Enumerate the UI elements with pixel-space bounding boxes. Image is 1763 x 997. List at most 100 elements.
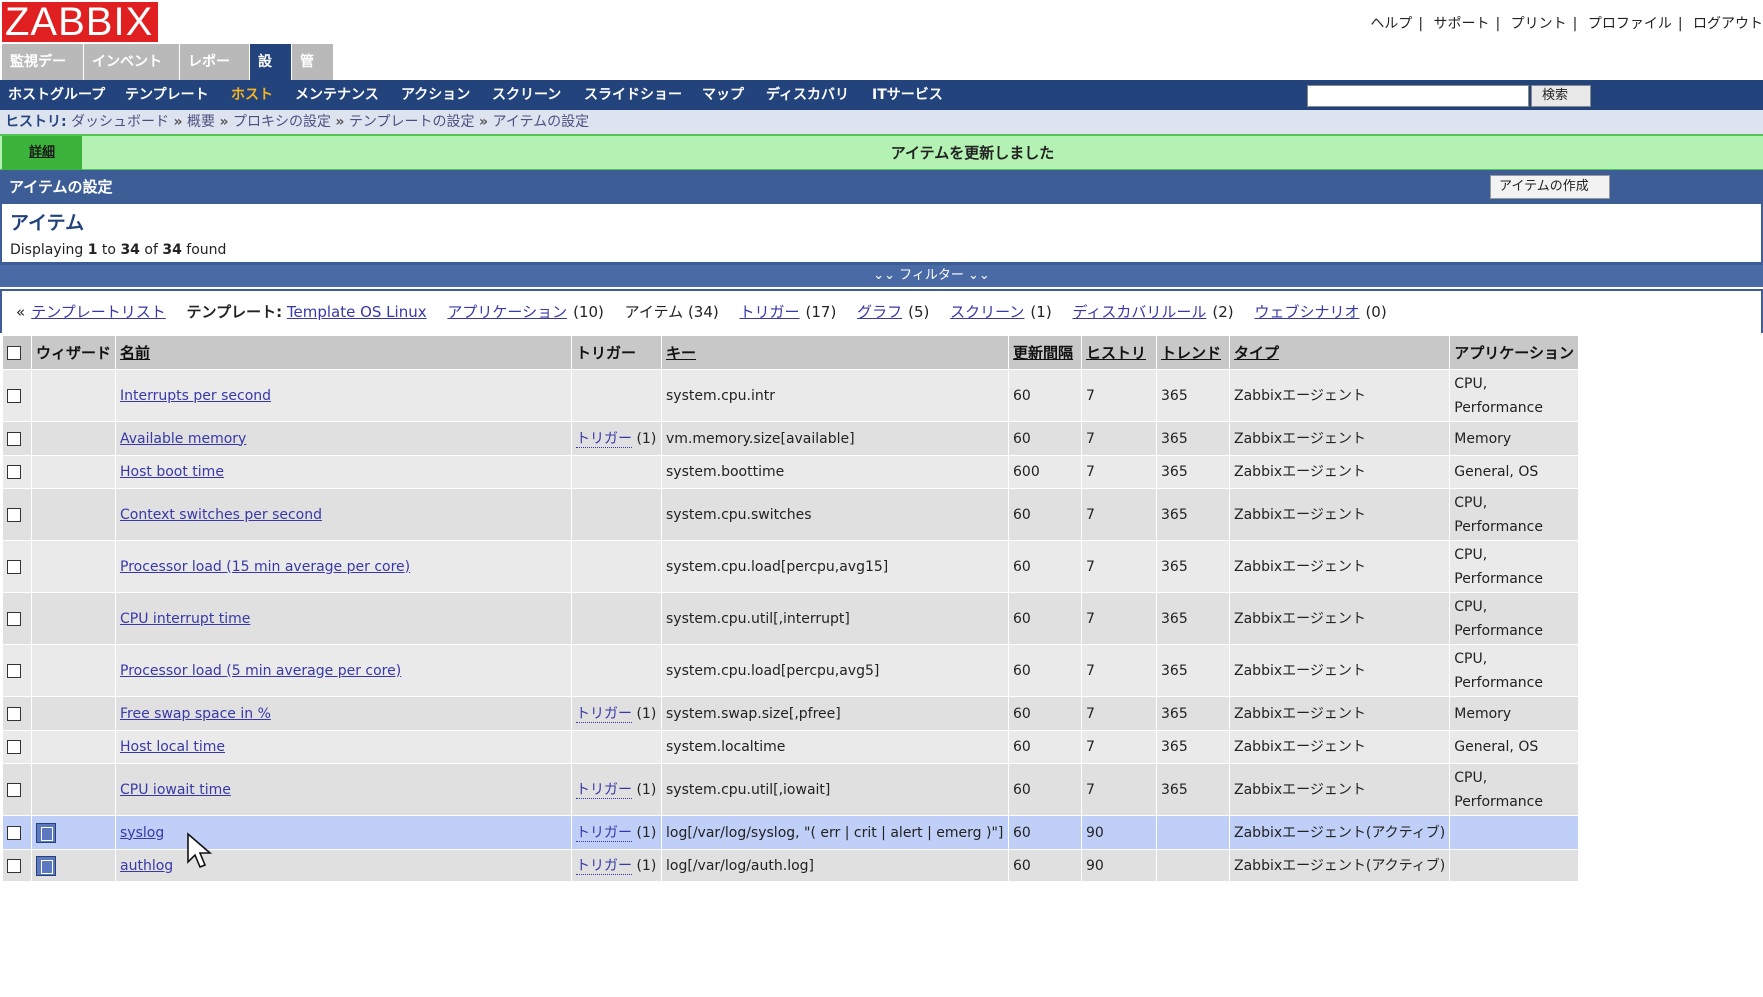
submenu-itservices[interactable]: ITサービス [872, 80, 943, 110]
submenu-screens[interactable]: スクリーン [492, 80, 561, 110]
table-row[interactable]: CPU iowait time トリガー (1) system.cpu.util[,… [2, 763, 1579, 816]
header-type[interactable]: タイプ [1229, 335, 1451, 370]
header-trends[interactable]: トレンド [1156, 335, 1231, 370]
row-checkbox[interactable] [7, 740, 21, 754]
item-triggers-link[interactable]: トリガー [576, 781, 633, 799]
support-link[interactable]: サポート [1433, 16, 1489, 32]
row-checkbox[interactable] [7, 782, 21, 797]
row-checkbox[interactable] [7, 706, 21, 721]
item-name-link[interactable]: Processor load (15 min average per core) [120, 559, 410, 575]
wizard-cell[interactable] [30, 815, 117, 850]
row-checkbox-cell[interactable] [2, 815, 32, 850]
table-row[interactable]: Host boot time system.boottime 600 7 365 Zabb… [2, 455, 1579, 489]
row-checkbox-cell[interactable] [2, 644, 32, 697]
table-row[interactable]: authlog トリガー (1) log[/var/log/auth.log] 60 9… [2, 849, 1579, 882]
history-item[interactable]: テンプレートの設定 [349, 114, 475, 130]
submenu-slideshows[interactable]: スライドショー [584, 80, 682, 110]
filter-toggle[interactable]: ⌄⌄ フィルター ⌄⌄ [0, 265, 1763, 287]
zabbix-logo[interactable]: ZABBIX [2, 2, 158, 42]
triggers-link[interactable]: トリガー [740, 303, 800, 321]
item-name-link[interactable]: Interrupts per second [120, 388, 271, 404]
header-key[interactable]: キー [661, 335, 1010, 370]
row-checkbox[interactable] [7, 825, 21, 840]
row-checkbox-cell[interactable] [2, 849, 32, 882]
row-checkbox-cell[interactable] [2, 730, 32, 764]
header-name[interactable]: 名前 [115, 335, 573, 370]
wizard-cell[interactable] [30, 849, 117, 882]
submenu-maps[interactable]: マップ [702, 80, 744, 110]
table-row[interactable]: Host local time system.localtime 60 7 365 Zab… [2, 730, 1579, 764]
tab-inventory[interactable]: インベントリ [84, 44, 180, 106]
template-name-link[interactable]: Template OS Linux [287, 303, 427, 321]
table-row[interactable]: Available memory トリガー (1) vm.memory.size[a… [2, 421, 1579, 456]
screens-link[interactable]: スクリーン [950, 303, 1024, 321]
applications-link[interactable]: アプリケーション [447, 303, 567, 321]
tab-monitoring[interactable]: 監視データ [2, 44, 84, 106]
search-button[interactable]: 検索 [1531, 85, 1591, 107]
submenu-maintenance[interactable]: メンテナンス [295, 80, 379, 110]
item-name-link[interactable]: authlog [120, 858, 173, 874]
item-name-link[interactable]: Context switches per second [120, 507, 322, 523]
row-checkbox[interactable] [7, 431, 21, 446]
item-triggers-link[interactable]: トリガー [576, 705, 633, 723]
create-item-button[interactable]: アイテムの作成 [1490, 175, 1610, 199]
wizard-icon[interactable] [36, 855, 56, 876]
search-input[interactable] [1307, 85, 1529, 107]
submenu-actions[interactable]: アクション [401, 80, 470, 110]
header-interval-label[interactable]: 更新間隔 [1013, 344, 1073, 362]
header-type-label[interactable]: タイプ [1234, 344, 1279, 362]
header-name-label[interactable]: 名前 [120, 344, 150, 362]
tab-reports[interactable]: レポート [180, 44, 250, 106]
wizard-icon[interactable] [36, 822, 56, 843]
history-item[interactable]: 概要 [187, 114, 215, 130]
item-name-link[interactable]: Host local time [120, 739, 225, 755]
row-checkbox[interactable] [7, 858, 21, 873]
tab-administration[interactable]: 管理 [292, 44, 334, 106]
item-name-link[interactable]: CPU iowait time [120, 782, 231, 798]
history-item[interactable]: プロキシの設定 [233, 114, 331, 130]
header-trends-label[interactable]: トレンド [1161, 344, 1221, 362]
details-button[interactable]: 詳細 [2, 136, 82, 170]
web-scenarios-link[interactable]: ウェブシナリオ [1254, 303, 1359, 321]
table-row[interactable]: Interrupts per second system.cpu.intr 60 7 3… [2, 369, 1579, 422]
table-row[interactable]: Context switches per second system.cpu.sw… [2, 488, 1579, 541]
row-checkbox-cell[interactable] [2, 696, 32, 731]
select-all-checkbox[interactable] [7, 346, 21, 360]
item-name-link[interactable]: Processor load (5 min average per core) [120, 663, 401, 679]
table-row[interactable]: Processor load (15 min average per core)… [2, 540, 1579, 593]
item-name-link[interactable]: Free swap space in % [120, 706, 271, 722]
submenu-hosts[interactable]: ホスト [231, 80, 273, 110]
header-key-label[interactable]: キー [666, 344, 696, 362]
header-interval[interactable]: 更新間隔 [1008, 335, 1083, 370]
help-link[interactable]: ヘルプ [1370, 16, 1412, 32]
graphs-link[interactable]: グラフ [857, 303, 902, 321]
tab-configuration[interactable]: 設定 [250, 44, 292, 106]
history-item[interactable]: ダッシュボード [71, 114, 169, 130]
row-checkbox-cell[interactable] [2, 540, 32, 593]
item-triggers-link[interactable]: トリガー [576, 824, 633, 842]
row-checkbox[interactable] [7, 507, 21, 522]
profile-link[interactable]: プロファイル [1588, 16, 1672, 32]
select-all-checkbox-cell[interactable] [2, 335, 32, 370]
header-history-label[interactable]: ヒストリ [1086, 344, 1146, 362]
item-name-link[interactable]: Available memory [120, 431, 246, 447]
row-checkbox-cell[interactable] [2, 421, 32, 456]
item-triggers-link[interactable]: トリガー [576, 430, 633, 448]
table-row[interactable]: CPU interrupt time system.cpu.util[,inter… [2, 592, 1579, 645]
row-checkbox-cell[interactable] [2, 455, 32, 489]
row-checkbox-cell[interactable] [2, 763, 32, 816]
row-checkbox[interactable] [7, 559, 21, 574]
table-row[interactable]: syslog トリガー (1) log[/var/log/syslog, "( er… [2, 815, 1579, 850]
item-name-link[interactable]: CPU interrupt time [120, 611, 250, 627]
row-checkbox-cell[interactable] [2, 488, 32, 541]
item-name-link[interactable]: syslog [120, 825, 164, 841]
row-checkbox[interactable] [7, 388, 21, 403]
header-history[interactable]: ヒストリ [1081, 335, 1158, 370]
template-list-link[interactable]: テンプレートリスト [31, 303, 166, 321]
row-checkbox[interactable] [7, 465, 21, 479]
history-item[interactable]: アイテムの設定 [492, 114, 589, 130]
logout-link[interactable]: ログアウト [1693, 16, 1763, 32]
table-row[interactable]: Free swap space in % トリガー (1) system.swap.… [2, 696, 1579, 731]
row-checkbox-cell[interactable] [2, 592, 32, 645]
submenu-templates[interactable]: テンプレート [125, 80, 209, 110]
